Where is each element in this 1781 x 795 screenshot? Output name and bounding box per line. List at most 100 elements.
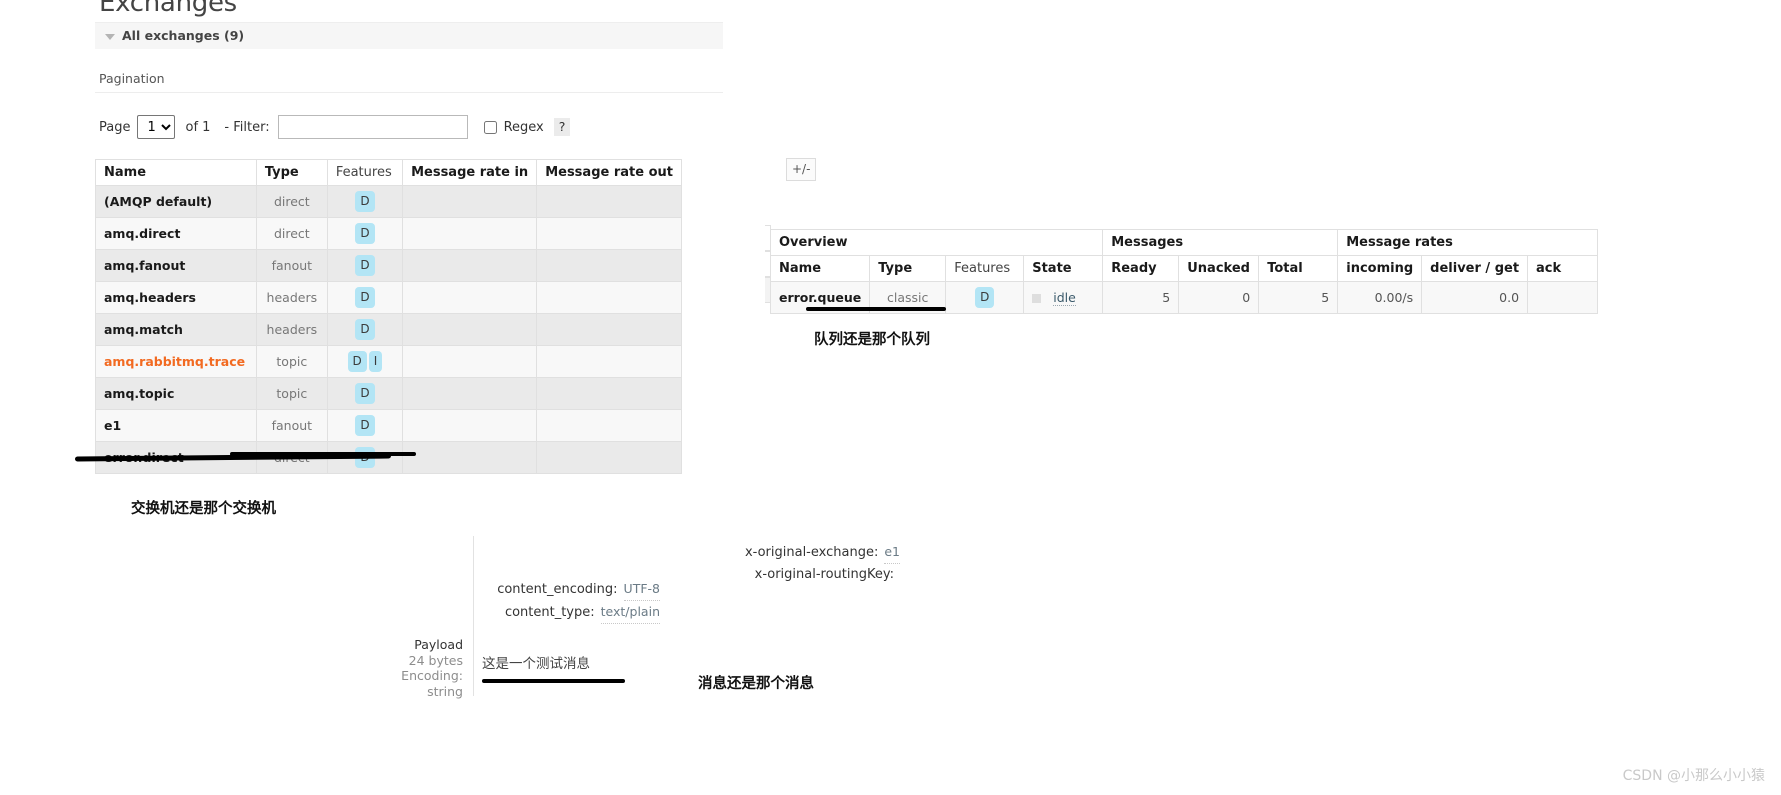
payload-size: 24 bytes — [408, 652, 463, 668]
feature-badge-d: D — [355, 319, 375, 340]
page-label: Page — [99, 119, 131, 135]
chevron-down-icon[interactable] — [105, 33, 115, 40]
exchange-rate-out — [536, 281, 682, 314]
table-row[interactable]: amq.topic topic D — [95, 377, 682, 410]
table-row[interactable]: e1 fanout D — [95, 409, 682, 442]
message-underline-annotation — [482, 679, 625, 683]
column-header-name[interactable]: Name — [95, 159, 257, 186]
qcol-name[interactable]: Name — [769, 255, 871, 282]
exchange-rate-in — [402, 313, 538, 346]
table-row[interactable]: amq.direct direct D — [95, 217, 682, 250]
page-title: Exchanges — [99, 0, 237, 18]
table-row[interactable]: (AMQP default) direct D — [95, 185, 682, 218]
column-header-rate-in[interactable]: Message rate in — [402, 159, 538, 186]
exchange-type: direct — [255, 185, 328, 218]
feature-badge-i: I — [368, 351, 383, 372]
column-header-type[interactable]: Type — [255, 159, 328, 186]
exchange-rate-out — [536, 377, 682, 410]
message-annotation-text: 消息还是那个消息 — [698, 676, 814, 692]
regex-toggle-group: Regex ? — [483, 118, 571, 136]
message-headers-list: x-original-exchange: e1 x-original-routing… — [620, 541, 900, 586]
exchange-rate-out — [536, 409, 682, 442]
qcol-state[interactable]: State — [1023, 255, 1104, 282]
table-row[interactable]: amq.match headers D — [95, 313, 682, 346]
queues-group-header-row: Overview Messages Message rates — [769, 229, 1599, 256]
feature-badge-d: D — [975, 287, 995, 308]
property-key: content_type: — [504, 605, 595, 620]
exchanges-table-header-row: Name Type Features Message rate in Messa… — [95, 159, 682, 186]
feature-badge-d: D — [355, 255, 375, 276]
watermark: CSDN @小那么小小猿 — [1622, 768, 1765, 784]
property-row: x-original-routingKey: — [620, 564, 900, 586]
message-properties-list: content_encoding: UTF-8 content_type: text/… — [380, 578, 660, 624]
toggle-columns-button[interactable]: +/- — [786, 158, 817, 181]
queue-state: idle — [1023, 281, 1104, 314]
group-header-message-rates: Message rates — [1337, 229, 1599, 256]
filter-input[interactable] — [277, 115, 468, 139]
all-exchanges-label: All exchanges (9) — [122, 28, 245, 43]
queue-deliver-get: 0.0 — [1421, 281, 1529, 314]
header-key: x-original-exchange: — [744, 545, 879, 560]
exchange-type: fanout — [255, 249, 328, 282]
feature-badge-d: D — [355, 415, 375, 436]
exchange-name[interactable]: amq.match — [95, 313, 257, 346]
exchange-features: D — [326, 377, 404, 410]
exchange-features: D — [326, 249, 404, 282]
page-select[interactable]: 1 — [137, 115, 176, 139]
group-header-messages: Messages — [1102, 229, 1339, 256]
regex-checkbox[interactable] — [483, 120, 497, 134]
regex-help-icon[interactable]: ? — [553, 118, 571, 136]
exchanges-annotation-text: 交换机还是那个交换机 — [131, 501, 276, 517]
queue-incoming: 0.00/s — [1337, 281, 1423, 314]
exchange-features: D — [326, 217, 404, 250]
qcol-ack[interactable]: ack — [1527, 255, 1599, 282]
qcol-incoming[interactable]: incoming — [1337, 255, 1423, 282]
qcol-type[interactable]: Type — [869, 255, 947, 282]
exchange-name[interactable]: e1 — [95, 409, 257, 442]
table-row[interactable]: amq.rabbitmq.trace topic D I — [95, 345, 682, 378]
qcol-unacked[interactable]: Unacked — [1178, 255, 1260, 282]
exchange-features: DI — [326, 345, 404, 378]
table-row[interactable]: amq.fanout fanout D — [95, 249, 682, 282]
pagination-controls: Page 1 of 1 - Filter: Regex ? — [95, 93, 725, 139]
property-value: UTF-8 — [623, 578, 660, 601]
qcol-features[interactable]: Features — [945, 255, 1025, 282]
payload-title: Payload — [414, 637, 463, 652]
exchange-name[interactable]: amq.topic — [95, 377, 257, 410]
exchange-name[interactable]: amq.fanout — [95, 249, 257, 282]
group-header-overview: Overview — [769, 229, 1104, 256]
exchange-type: headers — [255, 313, 328, 346]
payload-body: 这是一个测试消息 — [482, 656, 590, 672]
exchange-type: direct — [255, 217, 328, 250]
queues-table: Overview Messages Message rates Name Typ… — [769, 229, 1599, 314]
table-row[interactable]: amq.headers headers D — [95, 281, 682, 314]
exchanges-underline-annotation-2 — [230, 452, 416, 456]
column-header-features[interactable]: Features — [326, 159, 404, 186]
property-value: text/plain — [600, 601, 660, 624]
regex-label: Regex — [503, 119, 544, 135]
filter-label: - Filter: — [224, 119, 270, 135]
exchange-rate-in — [402, 409, 538, 442]
exchange-rate-in — [402, 249, 538, 282]
header-key: x-original-routingKey: — [754, 567, 894, 582]
payload-meta: Payload 24 bytes Encoding: string — [330, 637, 463, 699]
state-indicator-icon — [1032, 294, 1042, 303]
qcol-total[interactable]: Total — [1258, 255, 1339, 282]
qcol-deliver-get[interactable]: deliver / get — [1421, 255, 1529, 282]
exchange-rate-out — [536, 249, 682, 282]
exchange-rate-in — [402, 185, 538, 218]
exchange-name[interactable]: amq.direct — [95, 217, 257, 250]
exchange-rate-in — [402, 281, 538, 314]
header-value: e1 — [884, 541, 900, 564]
queues-table-header-row: Name Type Features State Ready Unacked T… — [769, 255, 1599, 282]
all-exchanges-section-header[interactable]: All exchanges (9) — [95, 22, 723, 49]
exchange-rate-in — [402, 345, 538, 378]
exchange-type: headers — [255, 281, 328, 314]
queue-features: D — [945, 281, 1025, 314]
exchange-name[interactable]: amq.headers — [95, 281, 257, 314]
property-key: content_encoding: — [497, 582, 618, 597]
exchange-name[interactable]: (AMQP default) — [95, 185, 257, 218]
column-header-rate-out[interactable]: Message rate out — [536, 159, 682, 186]
qcol-ready[interactable]: Ready — [1102, 255, 1180, 282]
exchange-name[interactable]: amq.rabbitmq.trace — [95, 345, 257, 378]
